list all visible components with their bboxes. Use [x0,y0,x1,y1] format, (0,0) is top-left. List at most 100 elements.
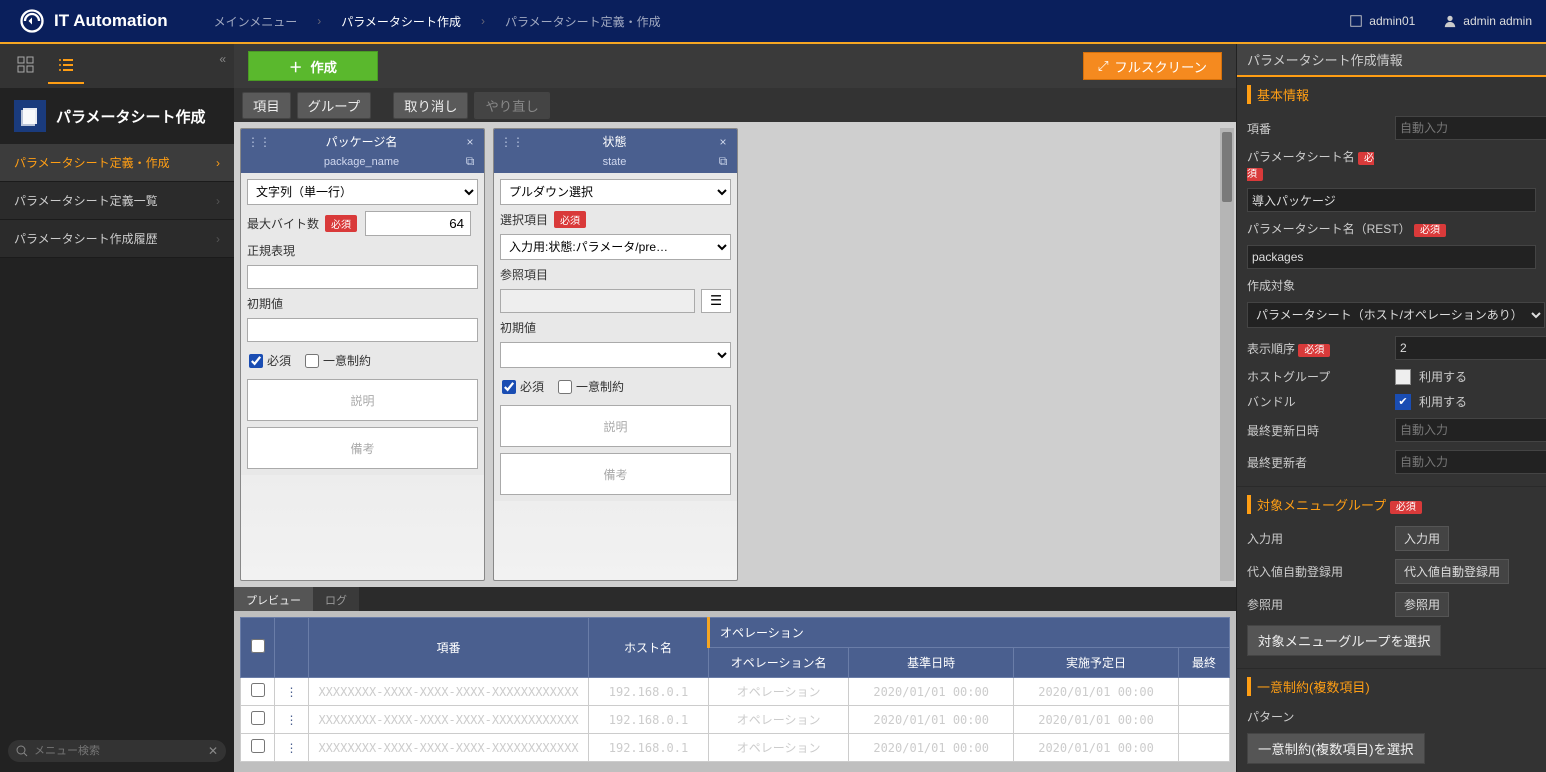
sidebar-title: パラメータシート作成 [56,106,206,127]
bundle-checkbox[interactable] [1395,394,1411,410]
fullscreen-icon: ⤢ [1098,58,1109,74]
user-indicator[interactable]: admin admin [1429,14,1546,28]
crumb-1[interactable]: パラメータシート作成 [333,13,469,30]
row-menu-icon[interactable]: ⋮ [275,734,309,762]
init-input[interactable] [247,318,478,342]
col-last: 最終 [1178,648,1229,678]
field-type-select[interactable]: 文字列（単一行） [247,179,478,205]
num-input [1395,116,1546,140]
sidebar-item-define-create[interactable]: パラメータシート定義・作成› [0,144,234,182]
unique-heading: 一意制約(複数項目) [1247,677,1536,696]
workspace-indicator[interactable]: admin01 [1335,14,1429,28]
sidebar-title-icon [14,100,46,132]
canvas: ⋮⋮ パッケージ名 × package_name ⧉ 文字列（単一行 [234,122,1236,587]
regex-label: 正規表現 [247,242,478,259]
col-host: ホスト名 [589,618,709,678]
copy-icon[interactable]: ⧉ [462,154,478,169]
card-rest-name: state [514,156,715,168]
fullscreen-button[interactable]: ⤢ フルスクリーン [1083,52,1222,80]
ref-input [500,289,695,313]
add-group-button[interactable]: グループ [297,92,372,119]
basic-info-heading: 基本情報 [1247,85,1536,104]
header-right: admin01 admin admin [1335,14,1546,28]
order-input[interactable] [1395,336,1546,360]
note-textarea[interactable]: 備考 [247,427,478,469]
logo-icon [18,7,46,35]
chevron-right-icon: › [216,194,220,208]
desc-textarea[interactable]: 説明 [247,379,478,421]
preview-table: ⋮ 項番 ホスト名 オペレーション オペレーション名 基準日時 実施予定日 最終 [240,617,1230,762]
table-row[interactable]: ⋮ XXXXXXXX-XXXX-XXXX-XXXX-XXXXXXXXXXXX 1… [241,678,1230,706]
workspace-icon [1349,14,1363,28]
field-type-select[interactable]: プルダウン選択 [500,179,731,205]
close-icon[interactable]: × [715,135,731,149]
sidebar: « パラメータシート作成 パラメータシート定義・作成› パラメータシート定義一覧… [0,44,234,772]
sidebar-item-history[interactable]: パラメータシート作成履歴› [0,220,234,258]
close-icon[interactable]: × [462,135,478,149]
init-label: 初期値 [500,319,731,336]
select-unique-button[interactable]: 一意制約(複数項目)を選択 [1247,733,1425,764]
chevron-right-icon: › [216,156,220,170]
row-checkbox[interactable] [251,711,265,725]
sidebar-search[interactable]: ✕ [8,740,226,762]
sidebar-list-view-icon[interactable] [48,48,84,84]
app-logo: IT Automation [0,7,186,35]
sheet-name-input[interactable] [1247,188,1536,212]
ref-list-button[interactable]: ☰ [701,289,731,313]
search-input[interactable] [28,745,208,757]
row-menu-icon[interactable]: ⋮ [275,678,309,706]
maxbyte-input[interactable] [365,211,471,236]
app-title: IT Automation [54,11,168,31]
select-menugroup-button[interactable]: 対象メニューグループを選択 [1247,625,1441,656]
col-sched: 実施予定日 [1014,648,1179,678]
field-card-state[interactable]: ⋮⋮ 状態 × state ⧉ プルダウン選択 [493,128,738,581]
chevron-right-icon: › [216,232,220,246]
regex-input[interactable] [247,265,478,289]
row-checkbox[interactable] [251,683,265,697]
field-card-package-name[interactable]: ⋮⋮ パッケージ名 × package_name ⧉ 文字列（単一行 [240,128,485,581]
select-all-checkbox[interactable] [251,639,265,653]
undo-button[interactable]: 取り消し [393,92,468,119]
desc-textarea[interactable]: 説明 [500,405,731,447]
table-row[interactable]: ⋮ XXXXXXXX-XXXX-XXXX-XXXX-XXXXXXXXXXXX 1… [241,734,1230,762]
unique-checkbox[interactable]: 一意制約 [558,378,624,395]
target-select[interactable]: パラメータシート（ホスト/オペレーションあり） [1247,302,1545,328]
tab-preview[interactable]: プレビュー [234,587,313,611]
menugrp-input-value: 入力用 [1395,526,1449,551]
select-item-select[interactable]: 入力用:状態:パラメータ/pre… [500,234,731,260]
updated-by-input [1395,450,1546,474]
required-checkbox[interactable]: 必須 [502,378,544,395]
drag-handle-icon[interactable]: ⋮⋮ [247,135,261,149]
init-label: 初期値 [247,295,478,312]
drag-handle-icon[interactable]: ⋮⋮ [500,135,514,149]
init-select[interactable] [500,342,731,368]
add-item-button[interactable]: 項目 [242,92,291,119]
card-title: 状態 [514,133,715,150]
sidebar-collapse-icon[interactable]: « [219,52,226,66]
row-checkbox[interactable] [251,739,265,753]
rp-tab[interactable]: パラメータシート作成情報 [1237,44,1546,77]
sidebar-item-define-list[interactable]: パラメータシート定義一覧› [0,182,234,220]
unique-checkbox[interactable]: 一意制約 [305,352,371,369]
col-num: 項番 [309,618,589,678]
menugrp-sub-value: 代入値自動登録用 [1395,559,1509,584]
canvas-scrollbar[interactable] [1220,128,1234,581]
sidebar-grid-view-icon[interactable] [8,48,44,84]
search-icon [16,745,28,757]
clear-icon[interactable]: ✕ [208,744,218,758]
crumb-0[interactable]: メインメニュー [206,13,306,30]
menu-header[interactable]: ⋮ [275,618,309,678]
col-operation-group: オペレーション [708,618,1229,648]
tab-log[interactable]: ログ [313,587,359,611]
note-textarea[interactable]: 備考 [500,453,731,495]
app-header: IT Automation メインメニュー パラメータシート作成 パラメータシー… [0,0,1546,44]
create-button[interactable]: ＋ 作成 [248,51,378,81]
required-checkbox[interactable]: 必須 [249,352,291,369]
row-menu-icon[interactable]: ⋮ [275,706,309,734]
copy-icon[interactable]: ⧉ [715,154,731,169]
table-row[interactable]: ⋮ XXXXXXXX-XXXX-XXXX-XXXX-XXXXXXXXXXXX 1… [241,706,1230,734]
breadcrumb: メインメニュー パラメータシート作成 パラメータシート定義・作成 [186,13,1336,30]
select-label: 選択項目必須 [500,211,731,228]
hostgroup-checkbox[interactable] [1395,369,1411,385]
rest-name-input[interactable] [1247,245,1536,269]
